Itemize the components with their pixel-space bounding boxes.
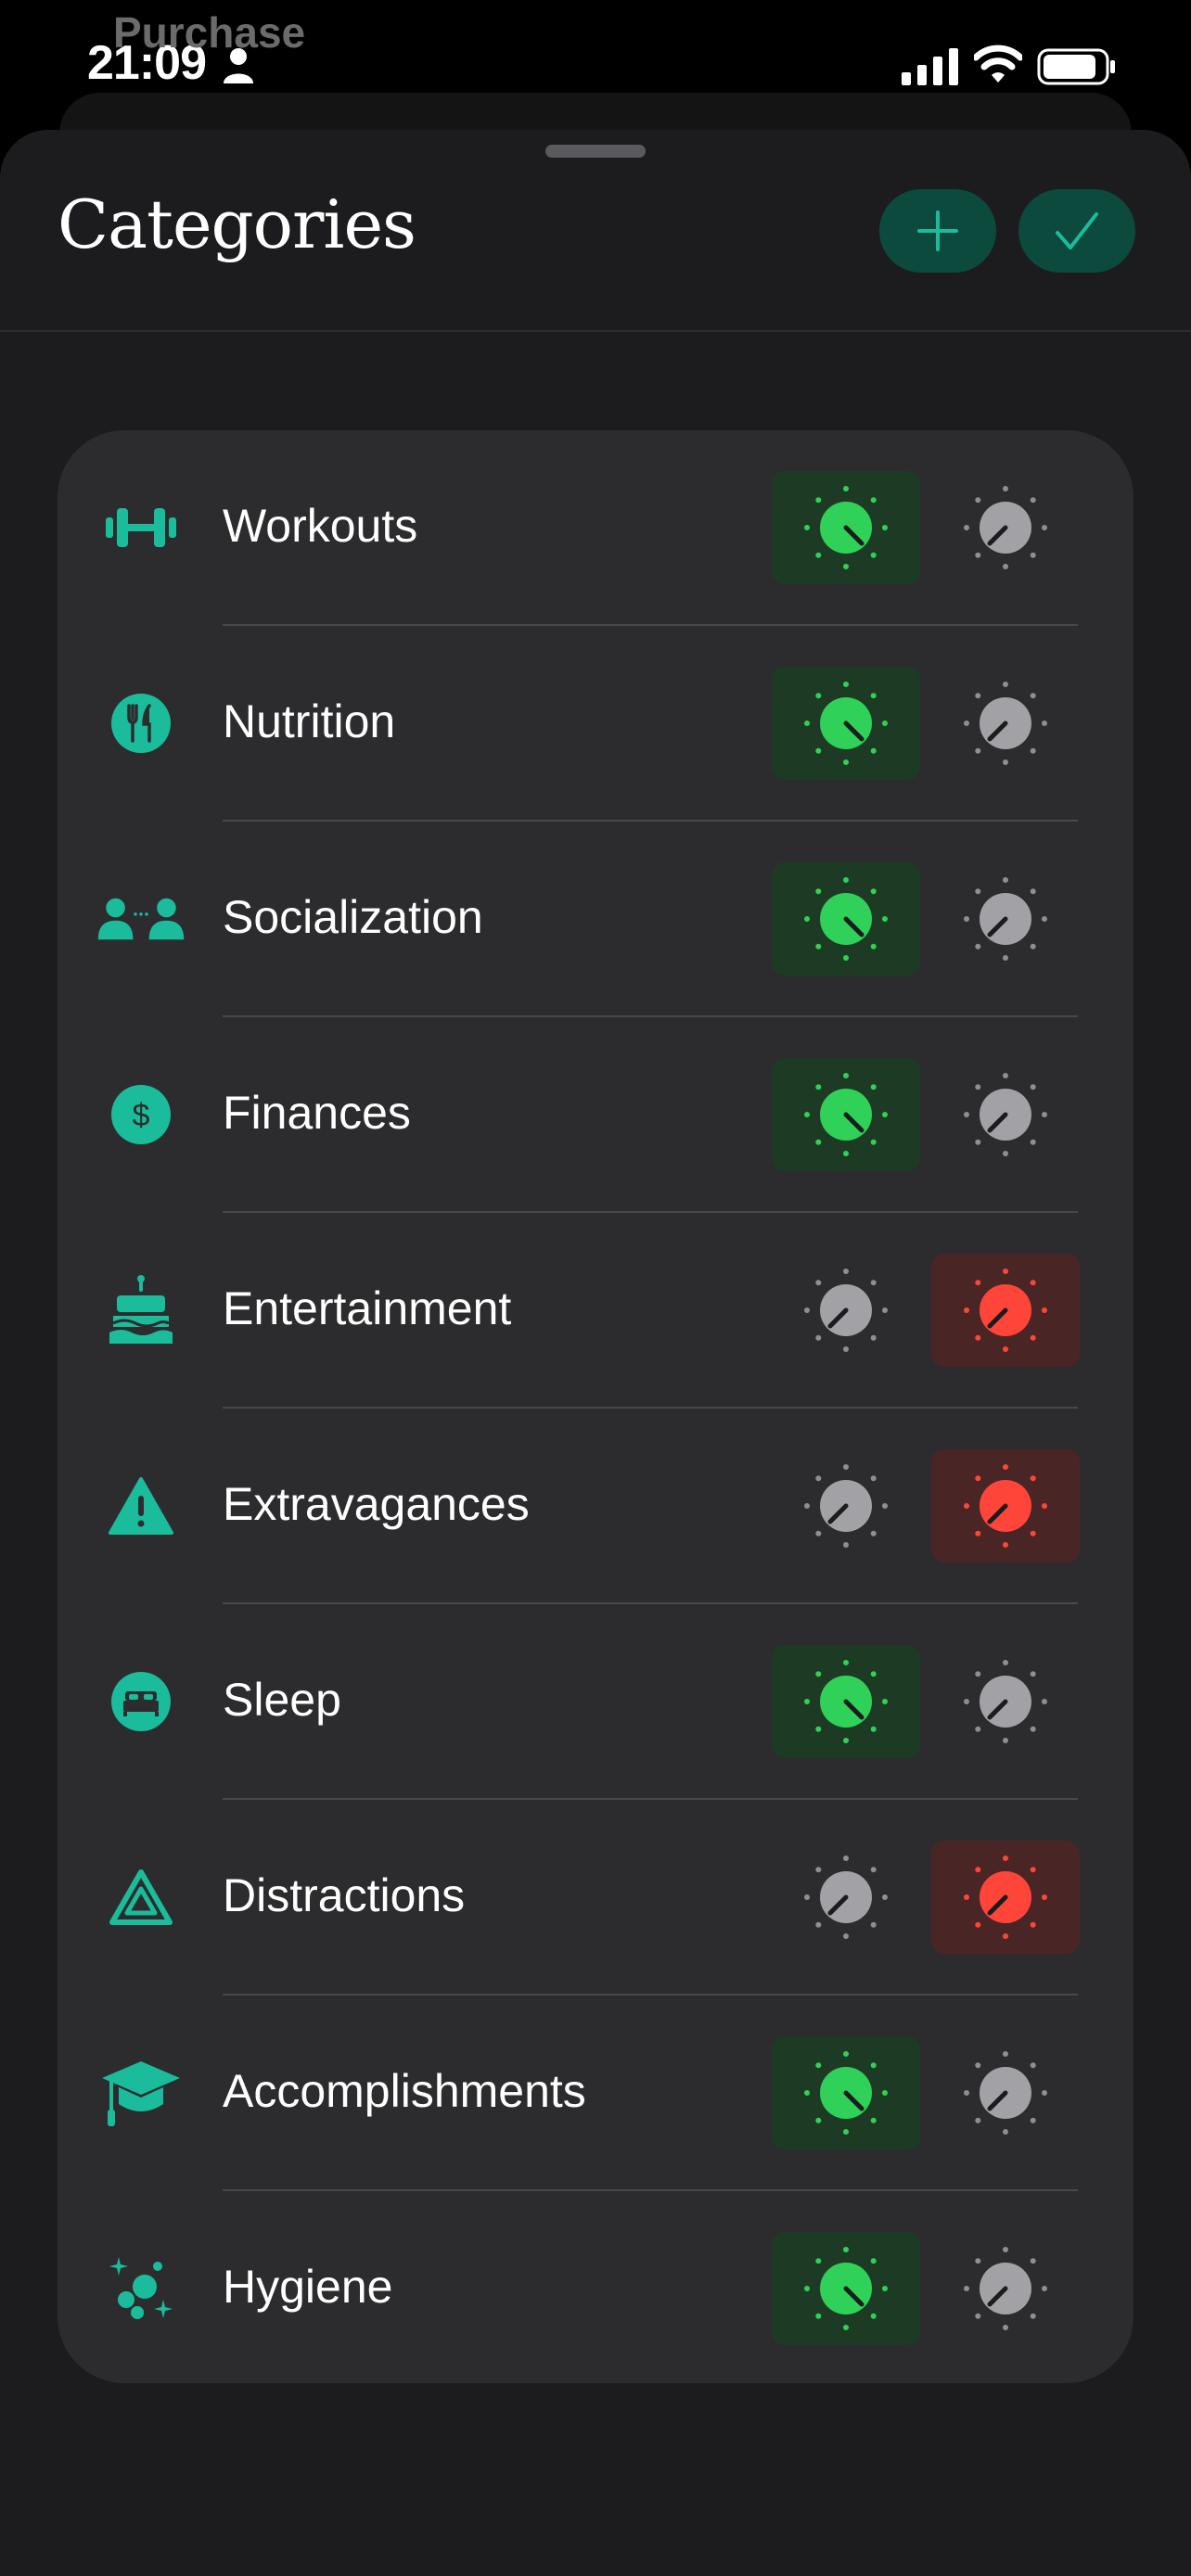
category-row: Entertainment: [58, 1213, 1133, 1409]
dial-icon: [964, 2247, 1047, 2330]
dial-icon: [964, 1464, 1047, 1548]
dumbbell-icon: [96, 483, 186, 572]
checkmark-icon: [1056, 212, 1098, 249]
dial-icon: [964, 1073, 1047, 1156]
done-button[interactable]: [1018, 189, 1135, 273]
category-row: Workouts: [58, 430, 1133, 626]
sheet-grabber[interactable]: [545, 145, 646, 158]
positive-dial-button[interactable]: [772, 471, 920, 584]
header-divider: [0, 330, 1191, 332]
add-category-button[interactable]: [879, 189, 996, 273]
category-row: Nutrition: [58, 626, 1133, 822]
plus-icon: [917, 210, 958, 251]
dial-icon: [964, 1660, 1047, 1743]
dial-icon: [804, 1660, 888, 1743]
bubbles-icon: [96, 2244, 186, 2333]
negative-dial-button[interactable]: [931, 667, 1080, 780]
category-label: Hygiene: [223, 2261, 393, 2313]
negative-dial-button[interactable]: [931, 471, 1080, 584]
dial-icon: [964, 2051, 1047, 2135]
positive-dial-button[interactable]: [772, 2232, 920, 2345]
svg-text:$: $: [133, 1098, 150, 1133]
dial-icon: [804, 1464, 888, 1548]
category-label: Entertainment: [223, 1282, 512, 1334]
warning-icon: [96, 1461, 186, 1550]
dial-icon: [964, 682, 1047, 765]
positive-dial-button[interactable]: [772, 2036, 920, 2149]
dial-icon: [964, 1269, 1047, 1352]
dial-icon: [804, 1855, 888, 1939]
category-row: Distractions: [58, 1800, 1133, 1996]
dial-icon: [804, 2247, 888, 2330]
people-icon: [96, 874, 186, 963]
bed-icon: [96, 1657, 186, 1746]
dial-icon: [804, 2051, 888, 2135]
triangle-alert-icon: [96, 1853, 186, 1942]
negative-dial-button[interactable]: [931, 1058, 1080, 1171]
category-row: Socialization: [58, 822, 1133, 1017]
category-row: Sleep: [58, 1604, 1133, 1800]
category-label: Nutrition: [223, 695, 396, 747]
birthday-cake-icon: [96, 1266, 186, 1355]
negative-dial-button[interactable]: [931, 2232, 1080, 2345]
negative-dial-button[interactable]: [931, 862, 1080, 976]
negative-dial-button[interactable]: [931, 1449, 1080, 1562]
category-label: Finances: [223, 1087, 411, 1139]
positive-dial-button[interactable]: [772, 1645, 920, 1758]
positive-dial-button[interactable]: [772, 1841, 920, 1954]
dial-icon: [804, 486, 888, 569]
category-label: Distractions: [223, 1869, 466, 1921]
positive-dial-button[interactable]: [772, 862, 920, 976]
sheet-title: Categories: [58, 185, 416, 263]
fork-knife-icon: [96, 679, 186, 768]
battery-icon: [1037, 48, 1115, 85]
category-row: Extravagances: [58, 1409, 1133, 1604]
positive-dial-button[interactable]: [772, 667, 920, 780]
dial-icon: [804, 877, 888, 961]
cellular-signal-icon: [902, 48, 958, 85]
dial-icon: [964, 877, 1047, 961]
dial-icon: [964, 1855, 1047, 1939]
category-row: Hygiene: [58, 2191, 1133, 2387]
negative-dial-button[interactable]: [931, 1841, 1080, 1954]
background-screen-title: Purchase: [113, 8, 306, 57]
wifi-icon: [974, 45, 1022, 83]
dial-icon: [804, 1269, 888, 1352]
positive-dial-button[interactable]: [772, 1254, 920, 1367]
category-label: Workouts: [223, 500, 418, 552]
dial-icon: [804, 1073, 888, 1156]
positive-dial-button[interactable]: [772, 1449, 920, 1562]
positive-dial-button[interactable]: [772, 1058, 920, 1171]
categories-list: Workouts Nutrition Socialization $ Financ…: [58, 430, 1133, 2383]
graduation-cap-icon: [96, 2048, 186, 2137]
negative-dial-button[interactable]: [931, 1254, 1080, 1367]
category-label: Sleep: [223, 1674, 341, 1726]
negative-dial-button[interactable]: [931, 2036, 1080, 2149]
category-label: Extravagances: [223, 1478, 530, 1530]
category-row: Accomplishments: [58, 1996, 1133, 2191]
category-label: Socialization: [223, 891, 483, 943]
dial-icon: [804, 682, 888, 765]
category-label: Accomplishments: [223, 2065, 586, 2117]
negative-dial-button[interactable]: [931, 1645, 1080, 1758]
category-row: $ Finances: [58, 1017, 1133, 1213]
dial-icon: [964, 486, 1047, 569]
dollar-icon: $: [96, 1070, 186, 1159]
